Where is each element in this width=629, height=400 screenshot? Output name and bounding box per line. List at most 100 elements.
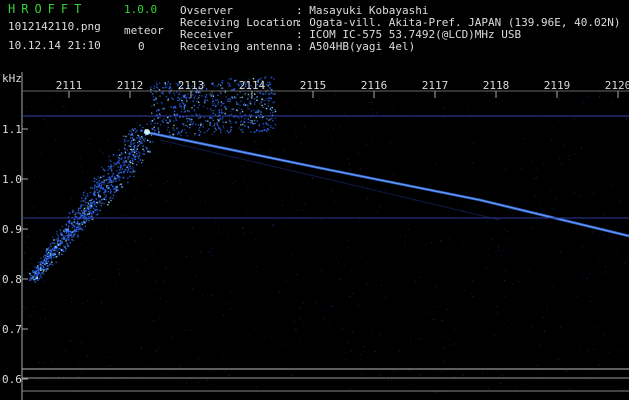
noise-dot [88, 274, 90, 276]
scatter-dot [151, 105, 153, 107]
echo-dot [132, 148, 135, 151]
echo-dot [90, 207, 92, 209]
echo-dot [141, 140, 143, 142]
noise-dot [552, 126, 554, 128]
noise-dot [294, 130, 296, 132]
scatter-dot [169, 119, 171, 121]
noise-dot [107, 329, 109, 331]
echo-dot [102, 187, 104, 189]
echo-dot [107, 173, 110, 175]
echo-dot [132, 129, 135, 131]
echo-dot [89, 191, 92, 194]
scatter-dot [268, 93, 270, 95]
echo-dot [131, 133, 133, 135]
noise-dot [91, 180, 93, 181]
scatter-dot [262, 93, 265, 95]
noise-dot [292, 198, 294, 200]
noise-dot [516, 386, 518, 388]
scatter-dot [241, 96, 243, 99]
echo-dot [122, 177, 124, 179]
noise-dot [456, 204, 458, 206]
scatter-dot [216, 122, 218, 124]
echo-dot [45, 251, 47, 254]
noise-dot [250, 275, 252, 277]
echo-dot [118, 179, 121, 181]
noise-dot [439, 240, 441, 242]
scatter-dot [267, 129, 270, 131]
echo-dot [68, 222, 70, 224]
scatter-dot [222, 126, 225, 129]
noise-dot [358, 220, 360, 222]
noise-dot [273, 281, 275, 283]
echo-dot [88, 213, 90, 215]
noise-dot [546, 307, 548, 308]
echo-dot [130, 134, 132, 136]
scatter-dot [169, 92, 171, 94]
scatter-dot [153, 118, 155, 120]
echo-dot [87, 206, 89, 208]
noise-dot [237, 171, 239, 173]
scatter-dot [269, 99, 271, 102]
trail-head [144, 129, 150, 135]
scatter-dot [229, 130, 232, 133]
noise-dot [323, 317, 325, 319]
scatter-dot [272, 127, 274, 129]
noise-dot [37, 314, 39, 316]
echo-dot [81, 221, 83, 224]
scatter-dot [167, 99, 169, 101]
noise-dot [606, 284, 607, 286]
noise-dot [228, 374, 230, 376]
noise-dot [334, 201, 336, 203]
noise-dot [298, 291, 300, 293]
noise-dot [391, 375, 393, 377]
noise-dot [586, 268, 588, 269]
noise-dot [505, 270, 507, 272]
echo-dot [109, 192, 112, 194]
scatter-dot [256, 129, 258, 132]
noise-dot [119, 263, 121, 265]
echo-dot [105, 179, 107, 181]
scatter-dot [184, 105, 186, 107]
scatter-dot [198, 94, 201, 97]
noise-dot [598, 261, 600, 263]
noise-dot [160, 373, 162, 375]
scatter-dot [162, 87, 164, 89]
noise-dot [181, 338, 183, 340]
noise-dot [113, 193, 115, 195]
noise-dot [299, 307, 301, 309]
noise-dot [165, 268, 167, 270]
scatter-dot [168, 131, 171, 133]
noise-dot [86, 355, 88, 356]
noise-dot [448, 237, 450, 239]
echo-dot [49, 253, 51, 255]
noise-dot [518, 247, 520, 249]
echo-dot [50, 249, 52, 251]
scatter-dot [203, 96, 206, 98]
echo-dot [125, 135, 127, 138]
noise-dot [215, 222, 217, 224]
scatter-dot [242, 104, 245, 106]
echo-dot [46, 248, 48, 250]
echo-dot [142, 153, 144, 155]
noise-dot [260, 161, 262, 162]
noise-dot [330, 348, 332, 350]
echo-dot [134, 170, 136, 172]
echo-dot [85, 210, 87, 212]
echo-dot [37, 279, 39, 281]
noise-dot [24, 133, 26, 135]
noise-dot [551, 190, 553, 192]
noise-dot [186, 382, 187, 384]
noise-dot [533, 105, 535, 107]
scatter-dot [168, 122, 170, 124]
noise-dot [282, 293, 284, 295]
noise-dot [44, 308, 46, 310]
echo-dot [120, 164, 122, 167]
noise-dot [530, 331, 532, 333]
echo-dot [68, 219, 71, 222]
echo-dot [146, 148, 148, 150]
noise-dot [582, 274, 584, 276]
echo-dot [150, 134, 153, 136]
scatter-dot [159, 113, 161, 115]
app-version: 1.0.0 [124, 3, 158, 16]
noise-dot [216, 136, 218, 137]
